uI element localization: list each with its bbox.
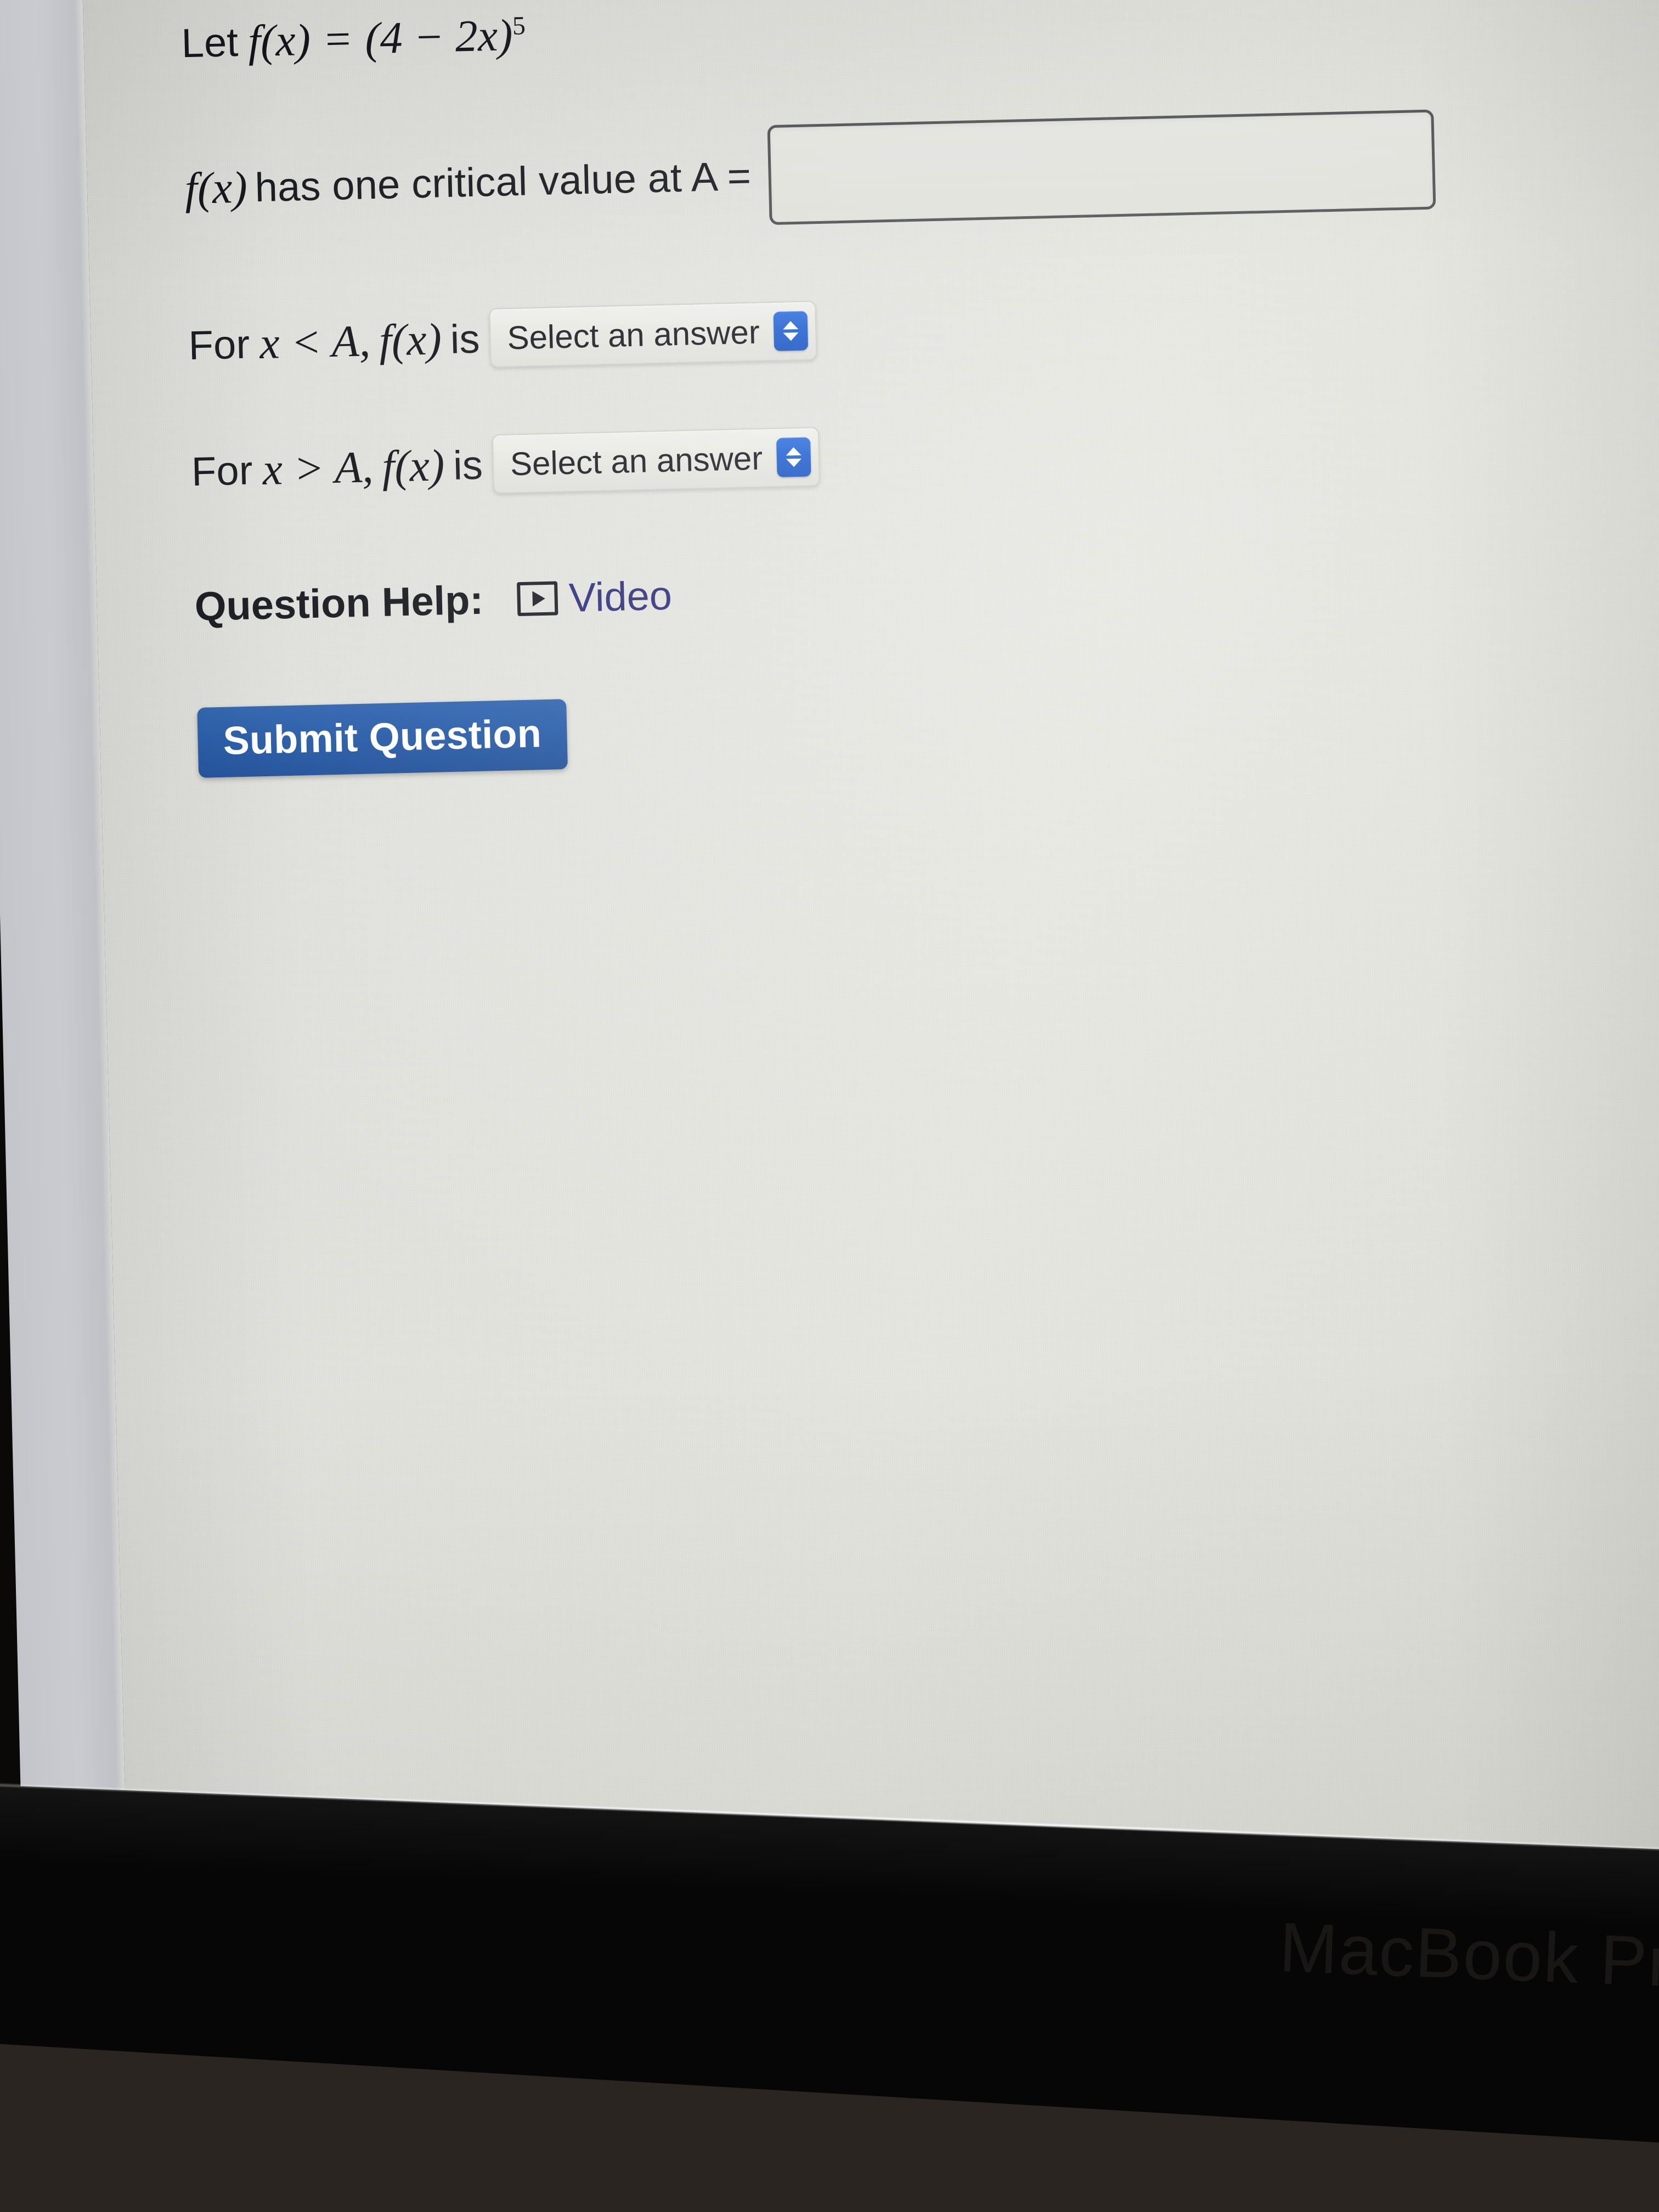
submit-question-button[interactable]: Submit Question: [197, 699, 568, 778]
question-page: Let f(x) = (4 − 2x) 5 f(x) has one critic…: [82, 0, 1659, 1934]
interval-left-condition: x < A,: [259, 315, 371, 369]
chevron-up-down-icon[interactable]: [776, 437, 811, 477]
interval-right-select[interactable]: Select an answer: [492, 427, 821, 494]
expression-base: (4 − 2x): [364, 10, 514, 64]
function-name-fx: f(x): [247, 14, 311, 66]
interval-left-function-name: f(x): [378, 314, 442, 365]
interval-left-line: For x < A, f(x) is Select an answer: [188, 282, 1615, 375]
video-help-link[interactable]: Video: [517, 572, 673, 623]
interval-left-select[interactable]: Select an answer: [489, 301, 817, 368]
let-keyword: Let: [180, 19, 239, 66]
expression-exponent: 5: [512, 12, 526, 41]
interval-right-prefix: For: [191, 447, 253, 494]
video-play-icon: [517, 580, 558, 616]
interval-left-prefix: For: [188, 321, 251, 368]
question-help-line: Question Help: Video: [194, 550, 1621, 630]
video-link-label: Video: [568, 572, 673, 620]
interval-left-select-value: Select an answer: [506, 313, 760, 356]
interval-right-condition: x > A,: [262, 442, 374, 495]
photo-of-laptop-screen: Let f(x) = (4 − 2x) 5 f(x) has one critic…: [0, 0, 1659, 2212]
interval-right-line: For x > A, f(x) is Select an answer: [191, 408, 1618, 501]
equals-sign: =: [321, 13, 354, 65]
interval-left-verb: is: [449, 315, 481, 362]
interval-right-select-value: Select an answer: [510, 439, 763, 482]
question-content: Let f(x) = (4 − 2x) 5 f(x) has one critic…: [180, 0, 1624, 778]
laptop-screen-content: Let f(x) = (4 − 2x) 5 f(x) has one critic…: [0, 0, 1659, 1937]
chevron-up-down-icon[interactable]: [773, 311, 809, 351]
function-definition-line: Let f(x) = (4 − 2x) 5: [181, 0, 1608, 69]
interval-right-verb: is: [453, 442, 483, 488]
critical-function-name-fx: f(x): [184, 162, 248, 214]
critical-value-label: has one critical value at A =: [254, 153, 752, 210]
question-help-label: Question Help:: [194, 577, 484, 630]
critical-value-input[interactable]: [767, 109, 1436, 225]
macbook-wordmark: MacBook Pro: [1278, 1908, 1659, 2004]
interval-right-function-name: f(x): [381, 440, 445, 492]
critical-value-line: f(x) has one critical value at A =: [184, 105, 1612, 239]
